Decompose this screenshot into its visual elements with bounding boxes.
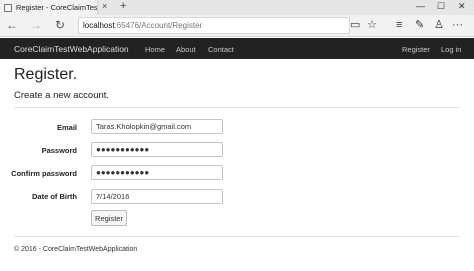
password-value: ●●●●●●●●●●● [96, 145, 150, 154]
new-tab-icon[interactable]: + [120, 0, 126, 12]
password-label: Password [41, 146, 77, 155]
page-icon [4, 3, 12, 12]
refresh-icon[interactable]: ↻ [55, 19, 65, 31]
maximize-icon[interactable]: ☐ [437, 1, 445, 12]
site-navbar: CoreClaimTestWebApplication Home About C… [0, 38, 474, 59]
reading-view-icon[interactable]: ▭ [350, 19, 360, 31]
hub-icon[interactable]: ≡ [396, 19, 402, 31]
address-host: localhost [83, 21, 115, 30]
footer-text: © 2016 - CoreClaimTestWebApplication [14, 246, 138, 253]
email-field[interactable]: Taras.Kholopkin@gmail.com [91, 119, 223, 134]
forward-icon[interactable]: → [30, 19, 42, 31]
window-close-icon[interactable]: ✕ [458, 1, 466, 12]
confirm-password-field[interactable]: ●●●●●●●●●●● [91, 165, 223, 180]
page-subtitle: Create a new account. [14, 90, 110, 101]
back-icon[interactable]: ← [6, 19, 18, 31]
nav-login-link[interactable]: Log in [441, 45, 461, 54]
email-label: Email [56, 123, 77, 132]
site-brand[interactable]: CoreClaimTestWebApplication [14, 44, 129, 54]
confirm-password-label: Confirm password [11, 169, 77, 178]
browser-toolbar: ← → ↻ localhost:65476/Account/Register ▭… [0, 15, 474, 37]
password-field[interactable]: ●●●●●●●●●●● [91, 142, 223, 157]
share-icon[interactable]: ♙ [434, 19, 444, 31]
tab-title: Register - CoreClaimTes [16, 3, 98, 12]
favorite-star-icon[interactable]: ☆ [367, 19, 377, 31]
browser-tab-strip: Register - CoreClaimTes × + — ☐ ✕ [0, 0, 474, 15]
confirm-password-value: ●●●●●●●●●●● [96, 168, 150, 177]
address-bar[interactable]: localhost:65476/Account/Register [78, 17, 350, 34]
page-title: Register. [14, 66, 78, 83]
minimize-icon[interactable]: — [416, 1, 425, 11]
divider [14, 107, 460, 108]
nav-contact-link[interactable]: Contact [208, 45, 234, 54]
date-of-birth-value: 7/14/2016 [96, 192, 130, 201]
nav-home-link[interactable]: Home [145, 45, 165, 54]
web-note-icon[interactable]: ✎ [415, 19, 424, 31]
address-path: :65476/Account/Register [114, 21, 203, 30]
close-tab-icon[interactable]: × [102, 1, 107, 11]
more-icon[interactable]: ··· [452, 19, 463, 31]
date-of-birth-label: Date of Birth [32, 192, 77, 201]
nav-register-link[interactable]: Register [402, 45, 430, 54]
footer-divider [14, 236, 460, 237]
date-of-birth-field[interactable]: 7/14/2016 [91, 189, 223, 204]
email-value: Taras.Kholopkin@gmail.com [96, 122, 192, 131]
register-button[interactable]: Register [91, 210, 127, 226]
nav-about-link[interactable]: About [176, 45, 196, 54]
browser-tab[interactable]: Register - CoreClaimTes [0, 0, 98, 15]
